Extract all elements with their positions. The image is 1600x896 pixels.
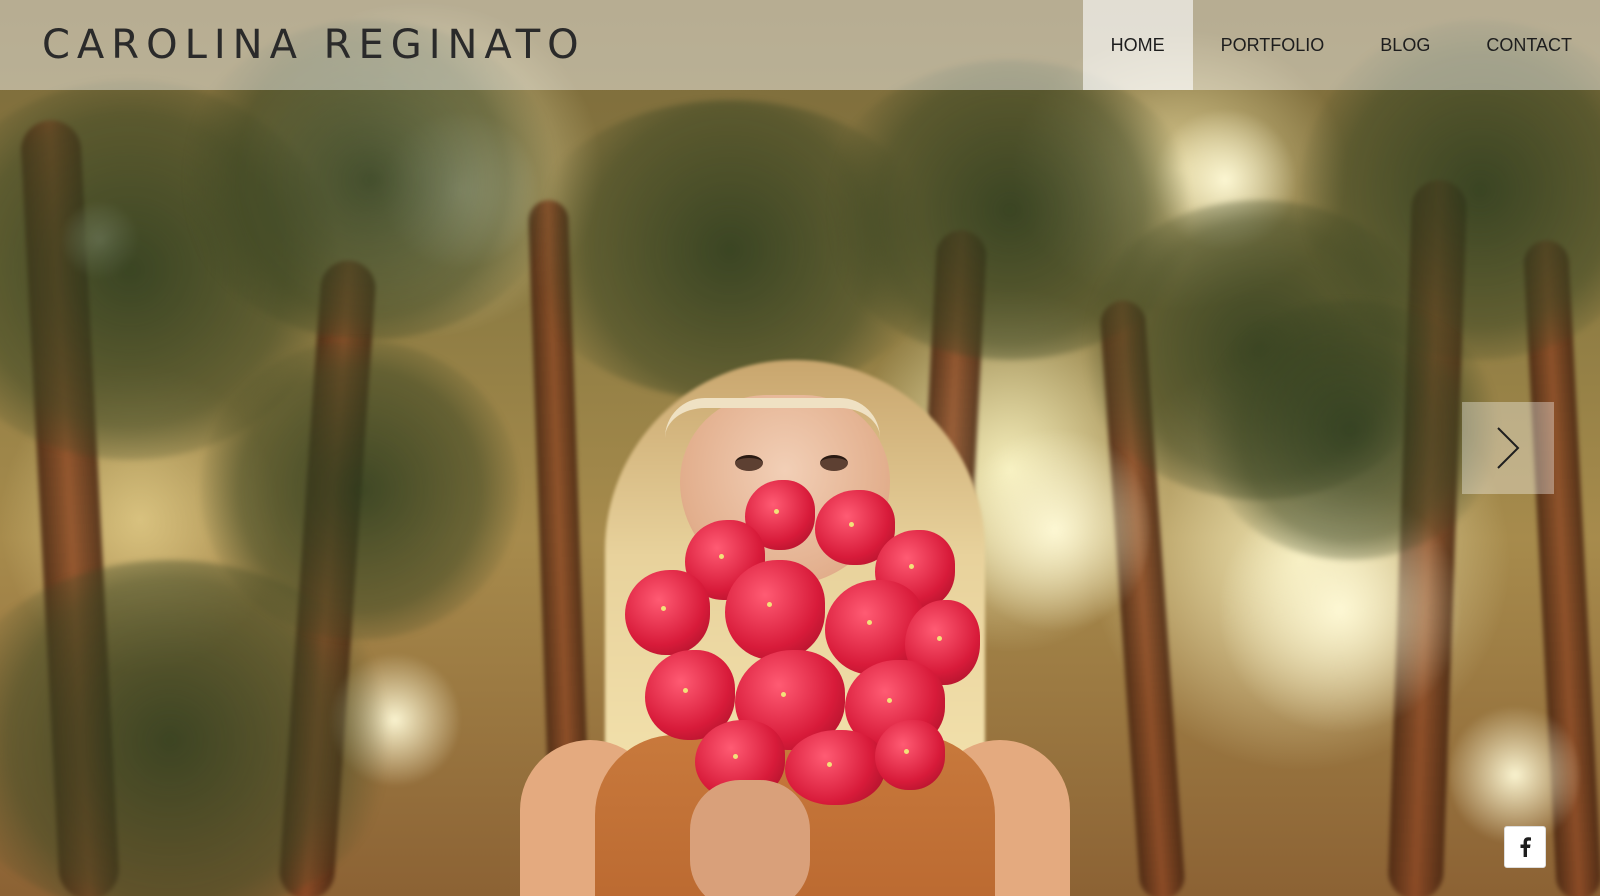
nav-item-portfolio[interactable]: PORTFOLIO (1193, 0, 1353, 90)
hero-photo (0, 0, 1600, 896)
site-header: CAROLINA REGINATO HOME PORTFOLIO BLOG CO… (0, 0, 1600, 90)
nav-item-home[interactable]: HOME (1082, 0, 1193, 90)
slideshow-next-button[interactable] (1462, 402, 1554, 494)
page: CAROLINA REGINATO HOME PORTFOLIO BLOG CO… (0, 0, 1600, 896)
site-title[interactable]: CAROLINA REGINATO (42, 22, 586, 68)
nav-item-blog[interactable]: BLOG (1352, 0, 1458, 90)
chevron-right-icon (1497, 427, 1520, 469)
main-nav: HOME PORTFOLIO BLOG CONTACT (1082, 0, 1600, 90)
facebook-icon (1520, 837, 1531, 857)
facebook-button[interactable] (1504, 826, 1546, 868)
nav-item-contact[interactable]: CONTACT (1458, 0, 1600, 90)
